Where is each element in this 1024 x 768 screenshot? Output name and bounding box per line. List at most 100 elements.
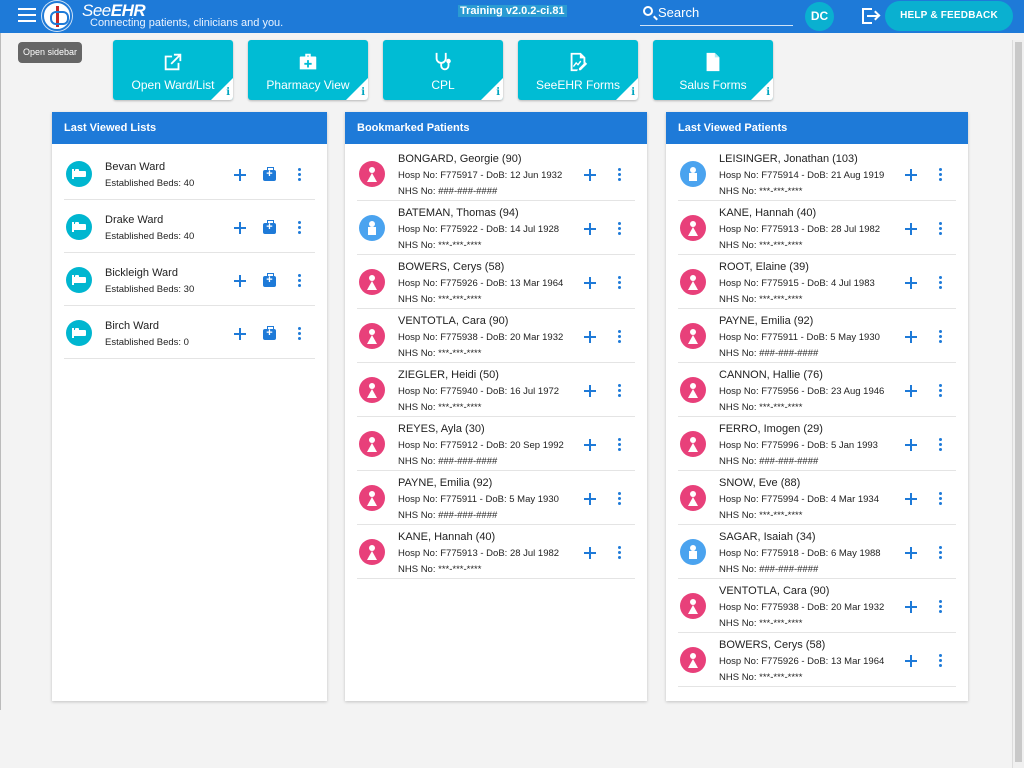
add-icon[interactable] [234,169,246,181]
patient-list-item[interactable]: VENTOTLA, Cara (90) Hosp No: F775938 - Do… [678,579,956,633]
info-icon[interactable]: i [766,87,770,98]
patient-list-item[interactable]: VENTOTLA, Cara (90) Hosp No: F775938 - Do… [357,309,635,363]
add-icon[interactable] [584,385,596,397]
patient-list-item[interactable]: CANNON, Hallie (76) Hosp No: F775956 - Do… [678,363,956,417]
tile-open-ward-list[interactable]: Open Ward/List i [113,40,233,100]
more-vert-icon[interactable] [939,654,943,668]
add-icon[interactable] [905,655,917,667]
more-vert-icon[interactable] [618,546,622,560]
bookmarked-patient-list: BONGARD, Georgie (90) Hosp No: F775917 - … [357,147,635,579]
add-icon[interactable] [905,439,917,451]
more-vert-icon[interactable] [939,492,943,506]
patient-list-item[interactable]: SAGAR, Isaiah (34) Hosp No: F775918 - DoB… [678,525,956,579]
more-vert-icon[interactable] [298,327,302,341]
add-icon[interactable] [234,222,246,234]
add-icon[interactable] [905,277,917,289]
medical-bag-icon[interactable] [263,167,276,181]
add-icon[interactable] [584,223,596,235]
patient-list-item[interactable]: BONGARD, Georgie (90) Hosp No: F775917 - … [357,147,635,201]
patient-list-item[interactable]: ROOT, Elaine (39) Hosp No: F775915 - DoB:… [678,255,956,309]
medical-bag-icon[interactable] [263,326,276,340]
patient-list-item[interactable]: KANE, Hannah (40) Hosp No: F775913 - DoB:… [357,525,635,579]
patient-list-item[interactable]: BATEMAN, Thomas (94) Hosp No: F775922 - D… [357,201,635,255]
patient-list-item[interactable]: PAYNE, Emilia (92) Hosp No: F775911 - DoB… [678,309,956,363]
more-vert-icon[interactable] [618,276,622,290]
patient-name: BOWERS, Cerys (58) [719,639,826,651]
search-input[interactable]: Search [640,3,793,26]
more-vert-icon[interactable] [298,221,302,235]
patient-name: REYES, Ayla (30) [398,423,485,435]
established-beds: Established Beds: 30 [105,284,195,295]
patient-list-item[interactable]: SNOW, Eve (88) Hosp No: F775994 - DoB: 4 … [678,471,956,525]
add-icon[interactable] [905,169,917,181]
patient-name: VENTOTLA, Cara (90) [719,585,830,597]
tile-seeehr-forms[interactable]: SeeEHR Forms i [518,40,638,100]
more-vert-icon[interactable] [298,274,302,288]
info-icon[interactable]: i [631,87,635,98]
add-icon[interactable] [905,547,917,559]
more-vert-icon[interactable] [618,168,622,182]
info-icon[interactable]: i [226,87,230,98]
more-vert-icon[interactable] [939,600,943,614]
more-vert-icon[interactable] [939,168,943,182]
add-icon[interactable] [905,493,917,505]
add-icon[interactable] [584,277,596,289]
nhs-number: NHS No: ***-***-**** [719,402,803,413]
more-vert-icon[interactable] [939,438,943,452]
tile-salus-forms[interactable]: Salus Forms i [653,40,773,100]
last-viewed-lists-panel: Last Viewed Lists Bevan Ward Established … [52,112,327,701]
patient-list-item[interactable]: PAYNE, Emilia (92) Hosp No: F775911 - DoB… [357,471,635,525]
more-vert-icon[interactable] [939,384,943,398]
tile-pharmacy-view[interactable]: Pharmacy View i [248,40,368,100]
more-vert-icon[interactable] [618,330,622,344]
ward-name: Birch Ward [105,320,159,332]
ward-list-item[interactable]: Bevan Ward Established Beds: 40 [64,147,315,200]
ward-list-item[interactable]: Birch Ward Established Beds: 0 [64,306,315,359]
page-scrollbar[interactable] [1012,40,1024,768]
nhs-number: NHS No: ***-***-**** [719,618,803,629]
add-icon[interactable] [905,385,917,397]
patient-list-item[interactable]: BOWERS, Cerys (58) Hosp No: F775926 - DoB… [357,255,635,309]
add-icon[interactable] [905,331,917,343]
logout-icon[interactable] [862,8,881,24]
medical-bag-icon[interactable] [263,273,276,287]
user-avatar[interactable]: DC [805,2,834,31]
patient-list-item[interactable]: LEISINGER, Jonathan (103) Hosp No: F77591… [678,147,956,201]
more-vert-icon[interactable] [618,384,622,398]
add-icon[interactable] [234,328,246,340]
info-icon[interactable]: i [496,87,500,98]
more-vert-icon[interactable] [939,276,943,290]
add-icon[interactable] [584,169,596,181]
patient-list-item[interactable]: BOWERS, Cerys (58) Hosp No: F775926 - DoB… [678,633,956,687]
more-vert-icon[interactable] [298,168,302,182]
add-icon[interactable] [584,439,596,451]
medical-bag-icon[interactable] [263,220,276,234]
tile-cpl[interactable]: CPL i [383,40,503,100]
help-feedback-button[interactable]: HELP & FEEDBACK [885,1,1013,31]
ward-list-item[interactable]: Bickleigh Ward Established Beds: 30 [64,253,315,306]
hosp-no-dob: Hosp No: F775917 - DoB: 12 Jun 1932 [398,170,563,181]
brand: SeeEHR Connecting patients, clinicians a… [82,1,283,29]
add-icon[interactable] [234,275,246,287]
ward-list-item[interactable]: Drake Ward Established Beds: 40 [64,200,315,253]
add-icon[interactable] [584,331,596,343]
patient-list-item[interactable]: ZIEGLER, Heidi (50) Hosp No: F775940 - Do… [357,363,635,417]
more-vert-icon[interactable] [618,492,622,506]
menu-icon[interactable] [18,8,36,24]
add-icon[interactable] [584,493,596,505]
patient-list-item[interactable]: FERRO, Imogen (29) Hosp No: F775996 - DoB… [678,417,956,471]
add-icon[interactable] [905,601,917,613]
more-vert-icon[interactable] [939,222,943,236]
more-vert-icon[interactable] [939,330,943,344]
patient-list-item[interactable]: KANE, Hannah (40) Hosp No: F775913 - DoB:… [678,201,956,255]
scrollbar-thumb[interactable] [1015,42,1022,762]
add-icon[interactable] [584,547,596,559]
info-icon[interactable]: i [361,87,365,98]
more-vert-icon[interactable] [939,546,943,560]
add-icon[interactable] [905,223,917,235]
recent-patient-list: LEISINGER, Jonathan (103) Hosp No: F77591… [678,147,956,687]
bed-icon [66,320,92,346]
more-vert-icon[interactable] [618,438,622,452]
more-vert-icon[interactable] [618,222,622,236]
patient-list-item[interactable]: REYES, Ayla (30) Hosp No: F775912 - DoB: … [357,417,635,471]
